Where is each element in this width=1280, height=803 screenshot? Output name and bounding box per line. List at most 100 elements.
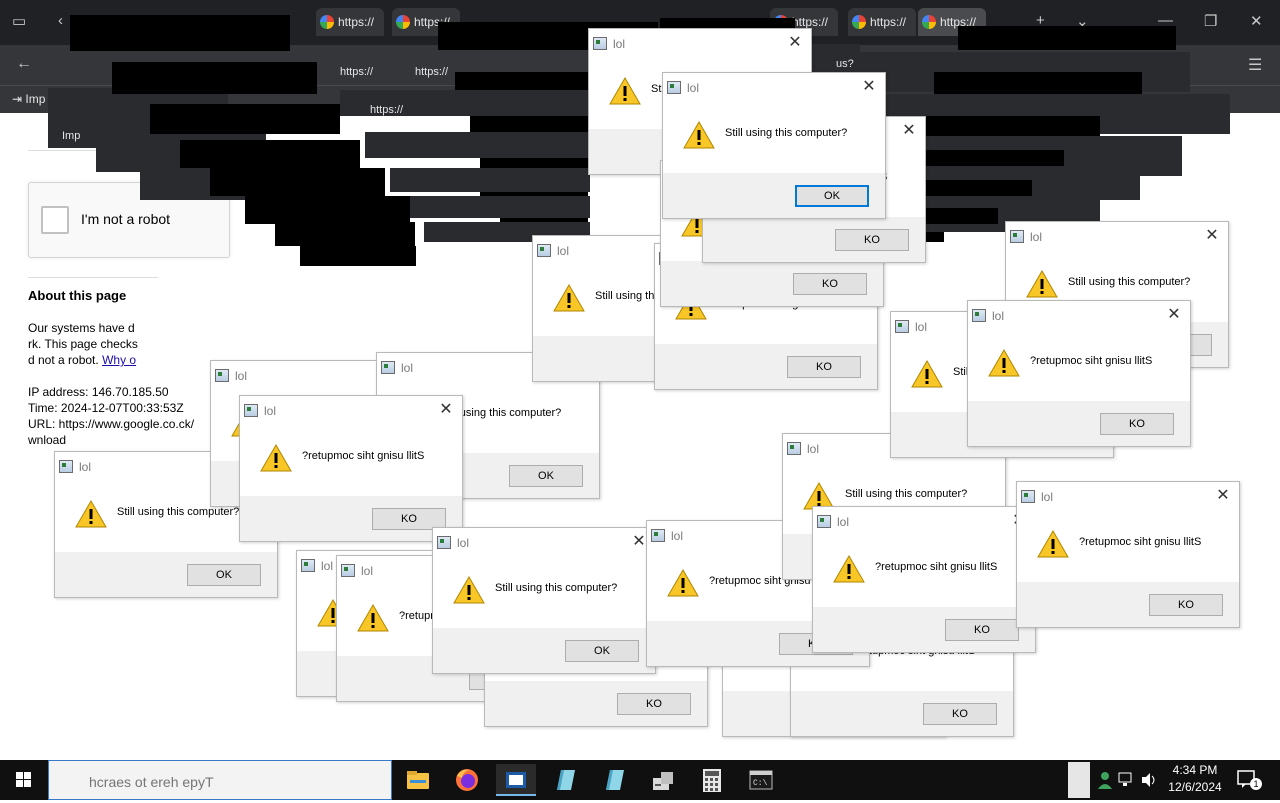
ghost-window	[245, 196, 410, 224]
dialog-title: lol	[321, 559, 334, 573]
app-icon	[437, 536, 451, 549]
dialog-title: lol	[457, 536, 470, 550]
warning-icon	[667, 568, 699, 597]
warning-icon	[553, 283, 585, 312]
windows-start-icon	[16, 772, 31, 787]
ok-button[interactable]: OK	[187, 564, 261, 586]
notepad-icon[interactable]	[545, 764, 585, 796]
warning-icon	[683, 120, 715, 149]
ok-button[interactable]: OK	[795, 185, 869, 207]
file-explorer-icon[interactable]	[398, 764, 438, 796]
dialog-message: Still using this computer?	[117, 506, 240, 518]
close-icon[interactable]: ✕	[785, 33, 805, 53]
dialog-title: lol	[671, 529, 684, 543]
user-icon[interactable]	[1096, 770, 1114, 790]
dialog-titlebar[interactable]: lol✕	[813, 507, 1035, 537]
warning-icon	[1026, 269, 1058, 298]
dialog-title: lol	[1030, 230, 1043, 244]
ko-button[interactable]: KO	[787, 356, 861, 378]
tab-menu-icon[interactable]: ▭	[12, 12, 26, 30]
app-icon[interactable]	[496, 764, 536, 796]
show-hidden-icons[interactable]	[1068, 762, 1090, 798]
google-icon	[320, 15, 334, 29]
close-icon[interactable]: ✕	[1213, 486, 1233, 506]
calculator-icon[interactable]	[692, 764, 732, 796]
dialog-titlebar[interactable]: lol✕	[1017, 482, 1239, 512]
about-meta: IP address: 146.70.185.50 Time: 2024-12-…	[28, 385, 195, 447]
warning-icon	[357, 603, 389, 632]
menu-icon[interactable]: ☰	[1248, 55, 1262, 75]
close-icon[interactable]: ✕	[1202, 226, 1222, 246]
ko-button[interactable]: KO	[793, 273, 867, 295]
dialog-title: lol	[361, 564, 374, 578]
dialog-message: ?retupmoc siht gnisu llitS	[1079, 536, 1202, 548]
dialog-titlebar[interactable]: lol✕	[433, 528, 655, 558]
ghost-tab-label: https://	[415, 66, 449, 78]
ghost-window	[112, 62, 317, 94]
message-box: lol✕?retupmoc siht gnisu llitSKO	[239, 395, 463, 542]
network-drive-icon[interactable]	[643, 764, 683, 796]
close-icon[interactable]: ✕	[1250, 12, 1263, 30]
dialog-message: ?retupmoc siht gnisu llitS	[875, 561, 998, 573]
app-icon	[1010, 230, 1024, 243]
dialog-titlebar[interactable]: lol ✕	[1006, 222, 1228, 252]
ghost-window	[300, 246, 416, 266]
dialog-titlebar[interactable]: lol✕	[968, 301, 1190, 331]
message-box: lol ✕ Still using this computer? OK	[662, 72, 886, 219]
import-bookmarks-link[interactable]: ⇥ Imp	[12, 92, 45, 106]
ghost-window	[275, 222, 415, 246]
notepad-icon[interactable]	[594, 764, 634, 796]
ok-button[interactable]: OK	[509, 465, 583, 487]
close-icon[interactable]: ✕	[1164, 305, 1184, 325]
captcha-label: I'm not a robot	[81, 211, 171, 227]
ghost-window	[365, 132, 590, 158]
ok-button[interactable]: OK	[565, 640, 639, 662]
app-icon	[651, 529, 665, 542]
close-icon[interactable]: ✕	[436, 400, 456, 420]
ko-button[interactable]: KO	[945, 619, 1019, 641]
app-icon	[381, 361, 395, 374]
ghost-window	[912, 116, 1100, 136]
dialog-titlebar[interactable]: lol✕	[589, 29, 811, 59]
warning-icon	[260, 443, 292, 472]
notification-badge: 1	[1250, 778, 1262, 790]
clock-date: 12/6/2024	[1168, 780, 1222, 794]
dialog-title: lol	[401, 361, 414, 375]
restore-icon[interactable]: ❐	[1204, 12, 1217, 30]
warning-icon	[453, 575, 485, 604]
ko-button[interactable]: KO	[923, 703, 997, 725]
start-button[interactable]	[0, 760, 48, 800]
app-icon	[341, 564, 355, 577]
ghost-window	[180, 140, 360, 168]
app-icon	[667, 81, 681, 94]
browser-tab[interactable]: https://	[848, 8, 916, 36]
ko-button[interactable]: KO	[835, 229, 909, 251]
close-icon[interactable]: ✕	[859, 77, 879, 97]
close-icon[interactable]: ✕	[899, 121, 919, 141]
dialog-message: ?retupmoc siht gnisu llitS	[1030, 355, 1153, 367]
volume-icon[interactable]	[1140, 771, 1158, 789]
ko-button[interactable]: KO	[1149, 594, 1223, 616]
browser-tab[interactable]: https://	[316, 8, 384, 36]
dialog-titlebar[interactable]: lol✕	[663, 73, 885, 103]
dialog-body: Still using this computer?	[663, 103, 885, 173]
dialog-title: lol	[807, 442, 820, 456]
app-icon	[244, 404, 258, 417]
search-input[interactable]	[87, 770, 381, 794]
dialog-titlebar[interactable]: lol✕	[240, 396, 462, 426]
back-icon[interactable]: ‹	[58, 12, 63, 29]
dialog-title: lol	[915, 320, 928, 334]
terminal-icon[interactable]: C:\	[741, 764, 781, 796]
clock[interactable]: 4:34 PM 12/6/2024	[1166, 762, 1224, 796]
taskbar-search[interactable]	[48, 760, 392, 800]
ko-button[interactable]: KO	[617, 693, 691, 715]
back-arrow-icon[interactable]: ←	[16, 55, 32, 73]
ko-button[interactable]: KO	[1100, 413, 1174, 435]
not-robot-checkbox[interactable]	[41, 206, 69, 234]
network-icon[interactable]	[1118, 771, 1136, 789]
notification-icon[interactable]: 1	[1236, 769, 1262, 791]
firefox-icon[interactable]	[447, 764, 487, 796]
why-link[interactable]: Why o	[102, 353, 136, 367]
ghost-window	[150, 104, 340, 134]
about-text: Our systems have d rk. This page checks …	[28, 321, 138, 367]
